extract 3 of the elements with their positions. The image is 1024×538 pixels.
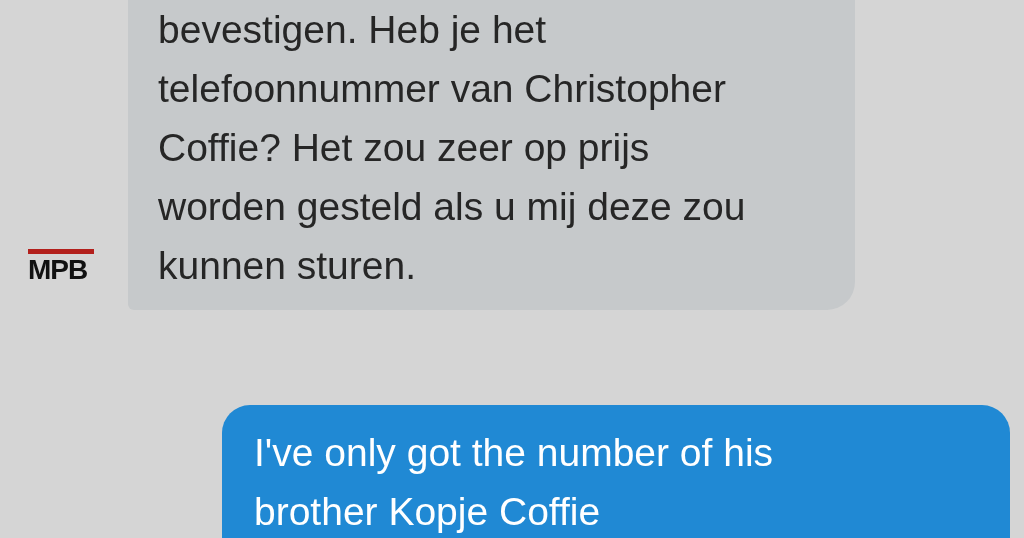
avatar-logo: MPB: [28, 249, 108, 285]
message-bubble: I've only got the number of his brother Kopje Coffie: [222, 405, 1010, 538]
message-bubble: bevestigen. Heb je het telefoonnummer van Christopher Coffie? Het zou zeer op prijs worden gesteld als u mij deze zou kunnen sturen.: [128, 0, 855, 310]
